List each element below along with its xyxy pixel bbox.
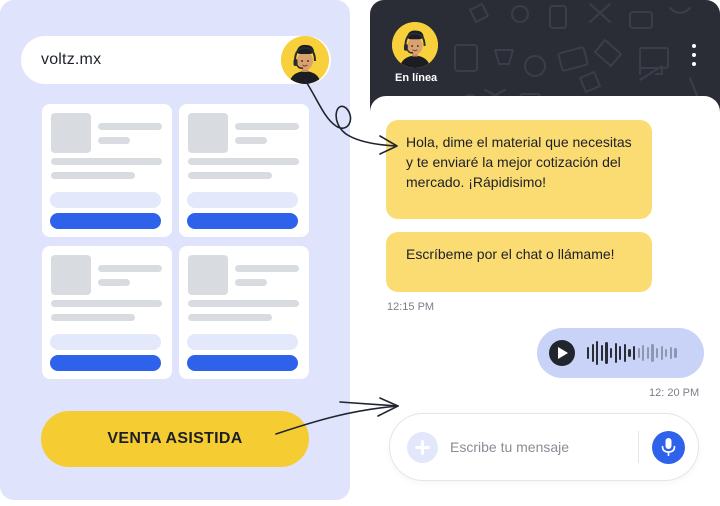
product-card-button[interactable] — [187, 355, 298, 371]
placeholder-line — [188, 172, 272, 179]
url-text: voltz.mx — [41, 51, 102, 68]
placeholder-line — [188, 300, 299, 307]
placeholder-line — [235, 265, 299, 272]
voice-message[interactable] — [537, 328, 704, 378]
product-card-button[interactable] — [50, 355, 161, 371]
agent-avatar-icon — [392, 22, 438, 68]
product-card-button[interactable] — [187, 213, 298, 229]
waveform-bar — [596, 341, 599, 365]
bot-message-time: 12:15 PM — [387, 301, 435, 313]
placeholder-line — [235, 123, 299, 130]
composer-divider — [638, 431, 639, 463]
waveform-bar — [674, 348, 677, 358]
waveform-bar — [619, 346, 622, 360]
product-thumbnail — [51, 255, 91, 295]
placeholder-line — [98, 265, 162, 272]
waveform-bar — [660, 346, 663, 360]
more-vertical-icon[interactable] — [684, 42, 704, 68]
waveform-bar — [623, 344, 627, 362]
product-card-button[interactable] — [50, 213, 161, 229]
audio-waveform — [587, 339, 691, 367]
placeholder-line — [98, 137, 130, 144]
waveform-bar — [600, 345, 604, 361]
product-card[interactable] — [42, 246, 172, 379]
product-card[interactable] — [179, 246, 309, 379]
waveform-bar — [587, 347, 590, 359]
waveform-bar — [632, 346, 636, 360]
bot-message: Escríbeme por el chat o llámame! — [386, 232, 652, 292]
placeholder-line — [188, 158, 299, 165]
website-preview: voltz.mx VENTA ASISTIDA — [0, 0, 350, 500]
waveform-bar — [609, 348, 613, 358]
waveform-bar — [614, 343, 617, 363]
waveform-bar — [628, 349, 631, 357]
product-thumbnail — [51, 113, 91, 153]
bot-message: Hola, dime el material que necesitas y t… — [386, 120, 652, 219]
placeholder-price — [187, 192, 298, 208]
waveform-bar — [646, 347, 650, 359]
agent-avatar-icon[interactable] — [281, 36, 329, 84]
placeholder-line — [51, 314, 135, 321]
placeholder-line — [235, 279, 267, 286]
placeholder-price — [50, 334, 161, 350]
product-card[interactable] — [179, 104, 309, 237]
waveform-bar — [591, 344, 594, 362]
chat-widget: En línea Hola, dime el material que nece… — [370, 0, 720, 506]
plus-icon[interactable] — [407, 432, 438, 463]
waveform-bar — [665, 349, 668, 357]
placeholder-line — [51, 158, 162, 165]
waveform-bar — [651, 344, 654, 362]
online-status: En línea — [395, 72, 438, 84]
placeholder-price — [50, 192, 161, 208]
placeholder-line — [98, 123, 162, 130]
play-icon[interactable] — [549, 340, 575, 366]
placeholder-price — [187, 334, 298, 350]
placeholder-line — [51, 172, 135, 179]
product-thumbnail — [188, 255, 228, 295]
placeholder-line — [235, 137, 267, 144]
waveform-bar — [642, 345, 645, 361]
product-card[interactable] — [42, 104, 172, 237]
placeholder-line — [98, 279, 130, 286]
venta-asistida-button[interactable]: VENTA ASISTIDA — [41, 411, 309, 467]
message-composer — [390, 414, 698, 480]
microphone-icon[interactable] — [652, 431, 685, 464]
waveform-bar — [637, 348, 640, 358]
voice-message-time: 12: 20 PM — [649, 387, 700, 399]
product-thumbnail — [188, 113, 228, 153]
waveform-bar — [655, 348, 659, 358]
message-input[interactable] — [450, 437, 630, 457]
waveform-bar — [669, 347, 672, 359]
placeholder-line — [188, 314, 272, 321]
waveform-bar — [605, 342, 608, 364]
placeholder-line — [51, 300, 162, 307]
